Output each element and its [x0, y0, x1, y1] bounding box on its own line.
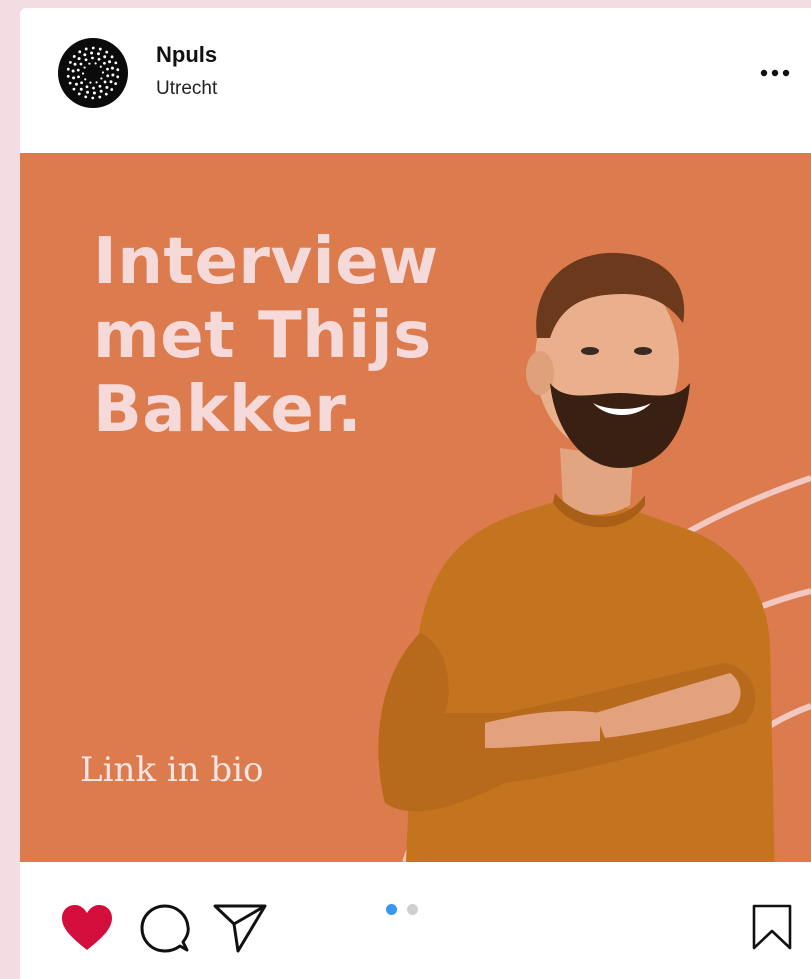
location-label[interactable]: Utrecht [156, 78, 217, 100]
avatar[interactable] [58, 38, 128, 108]
heart-icon[interactable] [60, 904, 114, 957]
carousel-dot-active[interactable] [386, 904, 397, 915]
post-image[interactable]: Interview met Thijs Bakker. Link in bio [20, 153, 811, 862]
comment-icon[interactable] [140, 904, 190, 959]
post-actions-bar [20, 862, 811, 979]
username[interactable]: Npuls [156, 42, 217, 68]
bookmark-icon[interactable] [752, 904, 792, 955]
carousel-dot[interactable] [407, 904, 418, 915]
person-illustration [378, 252, 775, 862]
npuls-logo-icon [66, 46, 120, 100]
share-icon[interactable] [212, 902, 268, 959]
more-options-icon[interactable] [756, 60, 796, 84]
instagram-post-card: Npuls Utrecht Interview met Thijs Bakker… [20, 8, 811, 979]
post-header: Npuls Utrecht [20, 8, 811, 153]
link-in-bio-text: Link in bio [80, 750, 264, 790]
